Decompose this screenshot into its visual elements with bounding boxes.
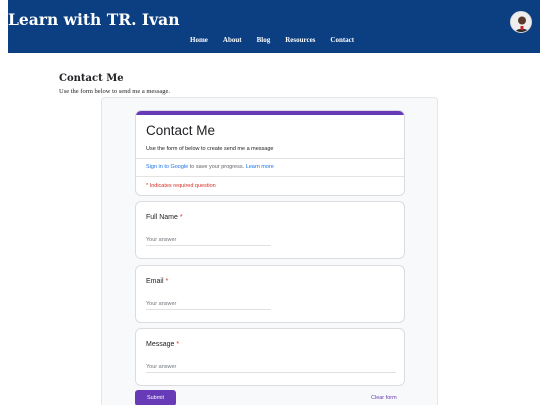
full-name-input[interactable] <box>146 235 271 246</box>
clear-form-button[interactable]: Clear form <box>371 395 397 401</box>
nav-home[interactable]: Home <box>190 36 208 44</box>
divider <box>136 176 404 177</box>
divider <box>136 158 404 159</box>
required-star: * <box>176 341 180 348</box>
sign-in-text: to save your progress. <box>188 164 246 170</box>
question-card-full-name: Full Name * <box>135 201 405 259</box>
question-label-text: Email <box>146 278 164 285</box>
page-subtitle: Use the form below to send me a message. <box>59 88 171 95</box>
sign-in-line: Sign in to Google to save your progress.… <box>146 164 274 170</box>
nav-contact[interactable]: Contact <box>330 36 354 44</box>
sign-in-link[interactable]: Sign in to Google <box>146 164 188 170</box>
page-title: Contact Me <box>59 73 124 84</box>
question-label-text: Full Name <box>146 214 178 221</box>
nav-blog[interactable]: Blog <box>257 36 271 44</box>
form-accent-bar <box>136 111 404 115</box>
required-star: * <box>165 278 169 285</box>
nav-resources[interactable]: Resources <box>285 36 315 44</box>
submit-button[interactable]: Submit <box>135 390 176 405</box>
message-input[interactable] <box>146 362 396 373</box>
question-card-message: Message * <box>135 328 405 386</box>
question-card-email: Email * <box>135 265 405 323</box>
required-note: * Indicates required question <box>146 183 216 189</box>
profile-photo-icon <box>511 12 531 32</box>
question-label: Full Name * <box>146 214 183 221</box>
nav-about[interactable]: About <box>223 36 242 44</box>
learn-more-link[interactable]: Learn more <box>246 164 274 170</box>
question-label-text: Message <box>146 341 175 348</box>
email-input[interactable] <box>146 299 271 310</box>
main-nav: Home About Blog Resources Contact <box>190 36 369 44</box>
form-header-card: Contact Me Use the form of below to crea… <box>135 110 405 196</box>
question-label: Email * <box>146 278 168 285</box>
site-header: Learn with TR. Ivan Home About Blog Reso… <box>8 0 540 53</box>
form-description: Use the form of below to create send me … <box>146 146 274 152</box>
avatar[interactable] <box>510 11 532 33</box>
required-star: * <box>179 214 183 221</box>
question-label: Message * <box>146 341 179 348</box>
site-title[interactable]: Learn with TR. Ivan <box>8 10 179 29</box>
form-title: Contact Me <box>146 123 216 138</box>
